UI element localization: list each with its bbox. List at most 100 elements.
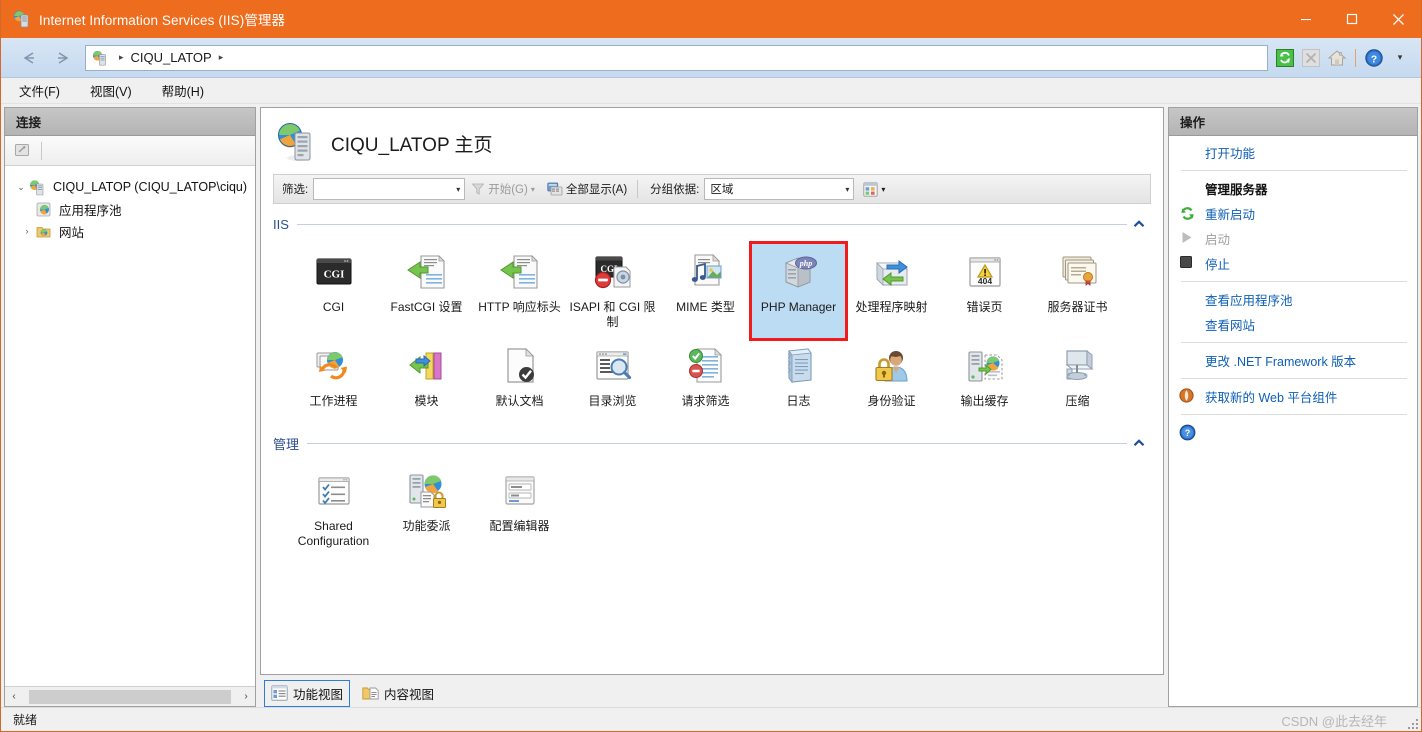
show-all-button[interactable]: 全部显示(A) [541, 177, 633, 201]
back-arrow-icon[interactable] [15, 45, 45, 71]
connections-toolbar-divider [41, 141, 42, 160]
feature-cgi[interactable]: CGI CGI [287, 244, 380, 338]
feature-isapi-cgi-restrictions[interactable]: CGI ISAPI 和 CGI 限制 [566, 244, 659, 338]
tree-node-app-pools[interactable]: 应用程序池 [5, 198, 255, 220]
feature-label: 日志 [786, 394, 811, 408]
feature-configuration-editor[interactable]: 配置编辑器 [473, 463, 566, 557]
filter-go-button[interactable]: 开始(G) ▾ [465, 177, 541, 201]
http-response-headers-icon [497, 249, 543, 295]
action-help[interactable]: ? [1169, 420, 1417, 445]
actions-separator [1181, 378, 1407, 379]
refresh-icon[interactable] [1274, 47, 1296, 69]
connections-hscrollbar[interactable]: ‹ › [5, 686, 255, 706]
feature-php-manager[interactable]: php PHP Manager [749, 241, 848, 341]
feature-logging[interactable]: 日志 [752, 338, 845, 417]
address-bar: ▸ CIQU_LATOP ▸ ? ▾ [1, 38, 1421, 78]
feature-label: ISAPI 和 CGI 限制 [569, 300, 656, 329]
action-open-feature[interactable]: 打开功能 [1169, 140, 1417, 165]
chevron-down-icon[interactable]: ⌄ [13, 182, 29, 193]
breadcrumb-separator-2[interactable]: ▸ [219, 52, 224, 63]
connect-to-server-icon[interactable] [11, 140, 35, 162]
feature-authentication[interactable]: 身份验证 [845, 338, 938, 417]
status-bar: 就绪 CSDN @此去经年 [1, 707, 1421, 731]
feature-server-certificates[interactable]: 服务器证书 [1031, 244, 1124, 338]
menu-help[interactable]: 帮助(H) [158, 79, 208, 102]
tree-node-label: 应用程序池 [59, 203, 122, 218]
compression-icon [1055, 343, 1101, 389]
chevron-down-icon[interactable]: ▾ [531, 185, 535, 194]
maximize-button[interactable] [1329, 0, 1375, 38]
groupby-select[interactable]: 区域 ▾ [704, 178, 855, 200]
filter-input[interactable]: ▾ [313, 178, 466, 200]
action-get-web-platform-components[interactable]: 获取新的 Web 平台组件 [1169, 384, 1417, 409]
action-label: 停止 [1205, 258, 1231, 272]
chevron-right-icon[interactable]: › [19, 226, 35, 236]
help-dropdown-caret[interactable]: ▾ [1389, 47, 1411, 69]
feature-label: HTTP 响应标头 [478, 300, 561, 314]
action-view-sites[interactable]: 查看网站 [1169, 312, 1417, 337]
home-icon[interactable] [1326, 47, 1348, 69]
error-pages-icon: 404 [962, 249, 1008, 295]
toolbar-separator [1355, 48, 1356, 67]
section-rule [296, 223, 1127, 225]
feature-label: 输出缓存 [960, 394, 1009, 408]
address-toolbar: ? ▾ [1274, 47, 1415, 69]
breadcrumb-item-server[interactable]: CIQU_LATOP [131, 50, 212, 65]
center-pane: CIQU_LATOP 主页 筛选: ▾ 开始(G) ▾ 全部显示(A) 分组依据… [260, 107, 1164, 707]
close-button[interactable] [1375, 0, 1421, 38]
scroll-right-icon[interactable]: › [237, 688, 255, 706]
resize-grip[interactable] [1404, 715, 1418, 729]
breadcrumb[interactable]: ▸ CIQU_LATOP ▸ [85, 44, 1268, 71]
feature-output-caching[interactable]: 输出缓存 [938, 338, 1031, 417]
restart-icon [1179, 205, 1201, 223]
menu-file[interactable]: 文件(F) [15, 79, 64, 102]
authentication-icon [869, 343, 915, 389]
feature-request-filtering[interactable]: 请求筛选 [659, 338, 752, 417]
tree-node-server[interactable]: ⌄ CIQU_LATOP (CIQU_LATOP\ciqu) [5, 176, 255, 198]
modules-icon [404, 343, 450, 389]
feature-mime-types[interactable]: MIME 类型 [659, 244, 752, 338]
filter-label: 筛选: [282, 184, 309, 196]
chevron-down-icon[interactable]: ▾ [845, 185, 849, 194]
feature-modules[interactable]: 模块 [380, 338, 473, 417]
feature-worker-processes[interactable]: 工作进程 [287, 338, 380, 417]
scroll-left-icon[interactable]: ‹ [5, 688, 23, 706]
minimize-button[interactable] [1283, 0, 1329, 38]
action-restart[interactable]: 重新启动 [1169, 201, 1417, 226]
iis-manager-window: Internet Information Services (IIS)管理器 ▸… [0, 0, 1422, 732]
view-mode-button[interactable]: ▾ [857, 177, 891, 201]
feature-compression[interactable]: 压缩 [1031, 338, 1124, 417]
action-change-dotnet-version[interactable]: 更改 .NET Framework 版本 [1169, 348, 1417, 373]
chevron-up-icon[interactable] [1127, 220, 1151, 228]
feature-label: 压缩 [1065, 394, 1090, 408]
stop-square-icon [1179, 255, 1201, 273]
action-view-app-pools[interactable]: 查看应用程序池 [1169, 287, 1417, 312]
feature-http-response-headers[interactable]: HTTP 响应标头 [473, 244, 566, 338]
chevron-down-icon[interactable]: ▾ [881, 185, 885, 194]
iis-server-icon [13, 10, 31, 28]
scroll-thumb[interactable] [29, 689, 231, 704]
help-icon[interactable]: ? [1363, 47, 1385, 69]
actions-header: 操作 [1169, 108, 1417, 136]
chevron-down-icon[interactable]: ▾ [456, 185, 460, 194]
connections-tree: ⌄ CIQU_LATOP (CIQU_LATOP\ciqu) 应用程序池 › 网… [5, 166, 255, 686]
feature-label: 功能委派 [402, 519, 451, 533]
forward-arrow-icon[interactable] [47, 45, 77, 71]
feature-feature-delegation[interactable]: 功能委派 [380, 463, 473, 557]
feature-handler-mappings[interactable]: 处理程序映射 [845, 244, 938, 338]
feature-default-document[interactable]: 默认文档 [473, 338, 566, 417]
menu-view[interactable]: 视图(V) [86, 79, 136, 102]
action-stop[interactable]: 停止 [1169, 251, 1417, 276]
section-rule [307, 442, 1127, 444]
management-feature-grid: Shared Configuration 功能委派 配置编辑器 [273, 457, 1151, 557]
chevron-up-icon[interactable] [1127, 439, 1151, 447]
tab-features-view[interactable]: 功能视图 [264, 679, 351, 707]
feature-shared-configuration[interactable]: Shared Configuration [287, 463, 380, 557]
feature-directory-browsing[interactable]: 目录浏览 [566, 338, 659, 417]
tree-node-sites[interactable]: › 网站 [5, 220, 255, 242]
tab-content-view[interactable]: 内容视图 [356, 681, 440, 706]
feature-fastcgi-settings[interactable]: FastCGI 设置 [380, 244, 473, 338]
scroll-track[interactable] [23, 688, 237, 705]
feature-error-pages[interactable]: 404 错误页 [938, 244, 1031, 338]
groupby-label: 分组依据: [650, 184, 700, 196]
